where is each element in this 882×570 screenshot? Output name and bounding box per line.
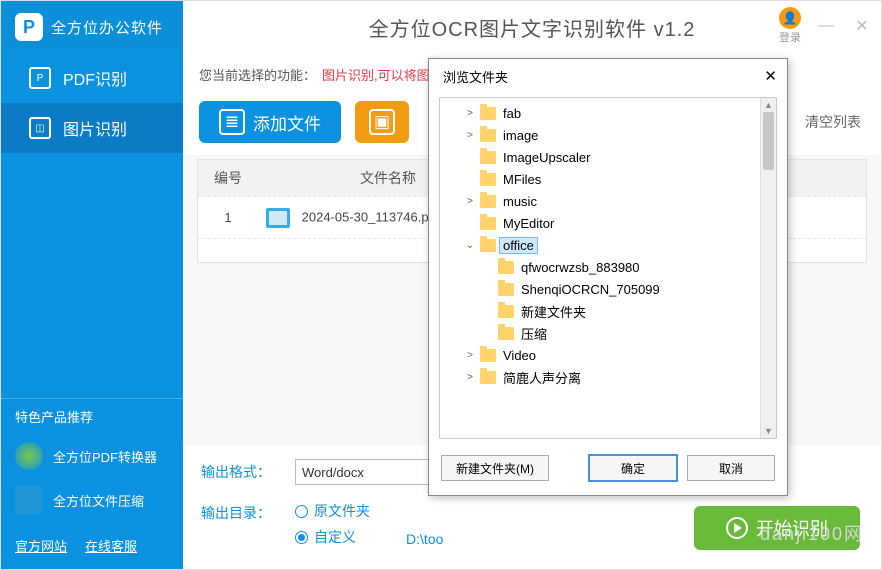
scroll-up-icon[interactable]: ▲: [761, 98, 776, 112]
tree-item[interactable]: ⌄ office: [440, 234, 776, 256]
folder-icon: [498, 327, 514, 340]
tree-item[interactable]: > fab: [440, 102, 776, 124]
tree-spacer: [464, 151, 476, 163]
folder-icon: [480, 151, 496, 164]
tree-item[interactable]: MyEditor: [440, 212, 776, 234]
folder-icon: [480, 239, 496, 252]
expand-icon[interactable]: >: [464, 349, 476, 361]
folder-icon: [480, 371, 496, 384]
tree-item[interactable]: ImageUpscaler: [440, 146, 776, 168]
folder-icon: [480, 217, 496, 230]
expand-icon[interactable]: >: [464, 107, 476, 119]
collapse-icon[interactable]: ⌄: [464, 239, 476, 251]
tree-spacer: [482, 261, 494, 273]
tree-item[interactable]: 新建文件夹: [440, 300, 776, 322]
folder-icon: [480, 173, 496, 186]
tree-item-label: 压缩: [518, 324, 550, 343]
folder-icon: [498, 261, 514, 274]
tree-item[interactable]: > Video: [440, 344, 776, 366]
folder-icon: [480, 349, 496, 362]
expand-icon[interactable]: >: [464, 195, 476, 207]
tree-item-label: image: [500, 128, 541, 143]
tree-item-label: music: [500, 194, 540, 209]
folder-tree: > fab > image ImageUpscaler MFiles > music MyEdi…: [439, 97, 777, 439]
tree-item[interactable]: > image: [440, 124, 776, 146]
modal-overlay: 浏览文件夹 ✕ > fab > image ImageUpscaler MFiles > mu…: [0, 0, 882, 570]
tree-item[interactable]: MFiles: [440, 168, 776, 190]
expand-icon[interactable]: >: [464, 371, 476, 383]
tree-item-label: 新建文件夹: [518, 302, 589, 321]
tree-item-label: Video: [500, 348, 539, 363]
folder-icon: [480, 195, 496, 208]
tree-item-label: qfwocrwzsb_883980: [518, 260, 643, 275]
new-folder-button[interactable]: 新建文件夹(M): [441, 455, 549, 481]
browse-folder-dialog: 浏览文件夹 ✕ > fab > image ImageUpscaler MFiles > mu…: [428, 58, 788, 496]
tree-spacer: [482, 327, 494, 339]
tree-spacer: [464, 173, 476, 185]
tree-item-label: office: [500, 238, 537, 253]
tree-spacer: [464, 217, 476, 229]
dialog-titlebar: 浏览文件夹 ✕: [429, 59, 787, 93]
tree-item[interactable]: > music: [440, 190, 776, 212]
expand-icon[interactable]: >: [464, 129, 476, 141]
vertical-scrollbar[interactable]: ▲ ▼: [760, 98, 776, 438]
dialog-button-row: 新建文件夹(M) 确定 取消: [429, 449, 787, 495]
tree-item[interactable]: 压缩: [440, 322, 776, 344]
tree-item-label: MyEditor: [500, 216, 557, 231]
folder-icon: [498, 283, 514, 296]
scrollbar-thumb[interactable]: [763, 112, 774, 170]
folder-icon: [480, 129, 496, 142]
tree-item-label: 简鹿人声分离: [500, 368, 584, 387]
scroll-down-icon[interactable]: ▼: [761, 424, 776, 438]
dialog-title: 浏览文件夹: [443, 67, 508, 86]
tree-item-label: ImageUpscaler: [500, 150, 593, 165]
folder-icon: [498, 305, 514, 318]
tree-item-label: ShenqiOCRCN_705099: [518, 282, 663, 297]
tree-item-label: fab: [500, 106, 524, 121]
tree-item-label: MFiles: [500, 172, 544, 187]
cancel-button[interactable]: 取消: [687, 455, 775, 481]
tree-item[interactable]: > 简鹿人声分离: [440, 366, 776, 388]
dialog-close-button[interactable]: ✕: [764, 67, 777, 85]
ok-button[interactable]: 确定: [589, 455, 677, 481]
tree-item[interactable]: qfwocrwzsb_883980: [440, 256, 776, 278]
folder-icon: [480, 107, 496, 120]
tree-spacer: [482, 305, 494, 317]
tree-item[interactable]: ShenqiOCRCN_705099: [440, 278, 776, 300]
tree-spacer: [482, 283, 494, 295]
